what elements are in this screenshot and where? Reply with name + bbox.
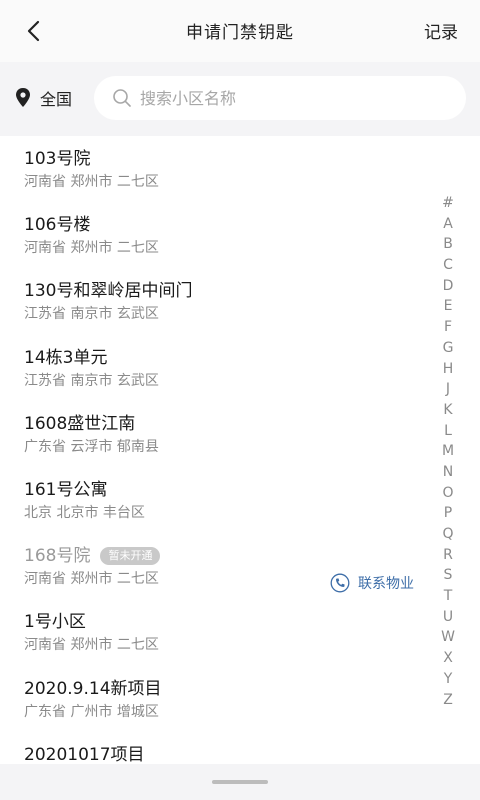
list-item[interactable]: 20201017项目 <box>0 732 480 764</box>
community-name-row: 168号院 暂未开通 <box>24 545 480 567</box>
location-pin-icon <box>16 88 30 107</box>
search-input[interactable] <box>140 88 440 108</box>
index-letter[interactable]: O <box>440 483 456 504</box>
contact-property-label: 联系物业 <box>358 576 414 593</box>
records-button[interactable]: 记录 <box>424 18 458 43</box>
index-letter[interactable]: B <box>440 234 456 255</box>
list-item[interactable]: 130号和翠岭居中间门 江苏省 南京市 玄武区 <box>0 268 480 334</box>
status-badge: 暂未开通 <box>100 547 161 566</box>
index-letter[interactable]: R <box>440 545 456 566</box>
index-letter[interactable]: G <box>440 338 456 359</box>
filter-bar: 全国 <box>0 62 480 136</box>
index-letter[interactable]: W <box>440 627 456 648</box>
home-indicator[interactable] <box>212 780 268 784</box>
index-letter[interactable]: Y <box>440 669 456 690</box>
list-item[interactable]: 106号楼 河南省 郑州市 二七区 <box>0 202 480 268</box>
list-item[interactable]: 1号小区 河南省 郑州市 二七区 <box>0 599 480 665</box>
community-name: 2020.9.14新项目 <box>24 678 162 699</box>
page-title: 申请门禁钥匙 <box>186 23 294 43</box>
list-item[interactable]: 103号院 河南省 郑州市 二七区 <box>0 136 480 202</box>
community-address: 广东省 云浮市 郁南县 <box>24 438 159 455</box>
system-nav-bar <box>0 764 480 800</box>
community-name: 1608盛世江南 <box>24 413 136 434</box>
community-name: 14栋3单元 <box>24 347 108 368</box>
index-letter[interactable]: D <box>440 276 456 297</box>
list-item[interactable]: 161号公寓 北京 北京市 丰台区 <box>0 467 480 533</box>
community-name: 20201017项目 <box>24 744 145 764</box>
community-name: 106号楼 <box>24 215 91 236</box>
community-address: 广东省 广州市 增城区 <box>24 703 159 720</box>
index-letter[interactable]: Q <box>440 524 456 545</box>
index-letter[interactable]: K <box>440 400 456 421</box>
list-item-unavailable: 168号院 暂未开通 河南省 郑州市 二七区 联系物业 <box>0 533 480 599</box>
index-letter[interactable]: P <box>440 503 456 524</box>
index-letter[interactable]: E <box>440 296 456 317</box>
community-name: 1号小区 <box>24 612 86 633</box>
index-letter[interactable]: M <box>440 441 456 462</box>
index-letter[interactable]: T <box>440 586 456 607</box>
community-address: 河南省 郑州市 二七区 <box>24 637 159 654</box>
contact-property-button[interactable]: 联系物业 <box>330 573 414 593</box>
index-letter[interactable]: X <box>440 648 456 669</box>
community-name: 161号公寓 <box>24 479 108 500</box>
index-letter[interactable]: N <box>440 462 456 483</box>
community-address: 河南省 郑州市 二七区 <box>24 240 159 257</box>
region-selector[interactable]: 全国 <box>14 86 72 110</box>
index-letter[interactable]: J <box>440 379 456 400</box>
index-letter[interactable]: C <box>440 255 456 276</box>
index-letter[interactable]: S <box>440 565 456 586</box>
header: 申请门禁钥匙 记录 <box>0 0 480 62</box>
community-address: 江苏省 南京市 玄武区 <box>24 306 159 323</box>
search-icon <box>113 89 131 107</box>
community-address: 河南省 郑州市 二七区 <box>24 174 159 190</box>
community-name: 130号和翠岭居中间门 <box>24 281 193 302</box>
index-letter[interactable]: Z <box>440 690 456 711</box>
index-letter[interactable]: L <box>440 421 456 442</box>
list-item[interactable]: 1608盛世江南 广东省 云浮市 郁南县 <box>0 401 480 467</box>
index-letter[interactable]: F <box>440 317 456 338</box>
community-address: 北京 北京市 丰台区 <box>24 504 145 521</box>
search-box[interactable] <box>94 76 466 120</box>
community-name: 103号院 <box>24 149 91 169</box>
index-letter[interactable]: H <box>440 359 456 380</box>
list-item[interactable]: 14栋3单元 江苏省 南京市 玄武区 <box>0 335 480 401</box>
list-item[interactable]: 2020.9.14新项目 广东省 广州市 增城区 <box>0 666 480 732</box>
index-letter[interactable]: A <box>440 214 456 235</box>
community-list: 103号院 河南省 郑州市 二七区 106号楼 河南省 郑州市 二七区 130号… <box>0 136 480 764</box>
alphabet-index[interactable]: # A B C D E F G H J K L M N O P Q R S T … <box>440 193 456 710</box>
index-letter[interactable]: # <box>440 193 456 214</box>
community-address: 江苏省 南京市 玄武区 <box>24 372 159 389</box>
index-letter[interactable]: U <box>440 607 456 628</box>
region-label: 全国 <box>40 90 73 109</box>
community-name: 168号院 <box>24 546 91 567</box>
phone-icon <box>330 573 350 593</box>
